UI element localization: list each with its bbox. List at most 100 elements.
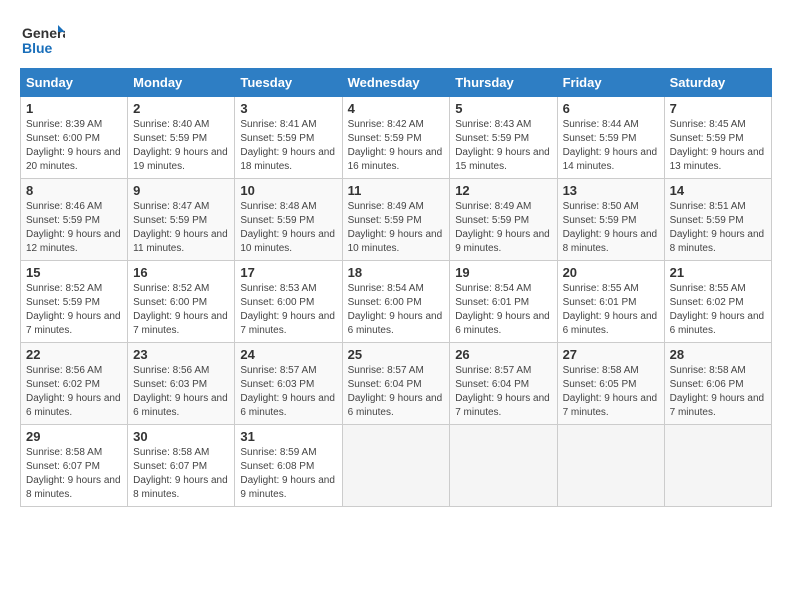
day-info: Sunrise: 8:58 AMSunset: 6:07 PMDaylight:… [133,446,229,502]
calendar-cell [664,425,771,507]
day-info: Sunrise: 8:48 AMSunset: 5:59 PMDaylight:… [240,200,336,256]
day-info: Sunrise: 8:57 AMSunset: 6:04 PMDaylight:… [455,364,551,420]
calendar-table: SundayMondayTuesdayWednesdayThursdayFrid… [20,68,772,507]
day-number: 2 [133,101,229,116]
column-header-friday: Friday [557,69,664,97]
day-number: 24 [240,347,336,362]
calendar-cell: 18Sunrise: 8:54 AMSunset: 6:00 PMDayligh… [342,261,450,343]
day-number: 4 [348,101,445,116]
day-number: 20 [563,265,659,280]
calendar-cell [450,425,557,507]
day-number: 13 [563,183,659,198]
calendar-cell: 9 Sunrise: 8:47 AMSunset: 5:59 PMDaylight… [128,179,235,261]
calendar-cell: 24 Sunrise: 8:57 AMSunset: 6:03 PMDayligh… [235,343,342,425]
day-number: 26 [455,347,551,362]
day-number: 10 [240,183,336,198]
day-info: Sunrise: 8:45 AMSunset: 5:59 PMDaylight:… [670,118,766,174]
calendar-cell: 19 Sunrise: 8:54 AMSunset: 6:01 PMDayligh… [450,261,557,343]
week-row-4: 22 Sunrise: 8:56 AMSunset: 6:02 PMDayligh… [21,343,772,425]
day-number: 3 [240,101,336,116]
logo-icon: General Blue [20,20,65,58]
calendar-cell: 27 Sunrise: 8:58 AMSunset: 6:05 PMDayligh… [557,343,664,425]
day-number: 1 [26,101,122,116]
day-number: 12 [455,183,551,198]
day-info: Sunrise: 8:59 AMSunset: 6:08 PMDaylight:… [240,446,336,502]
day-number: 5 [455,101,551,116]
day-info: Sunrise: 8:54 AMSunset: 6:01 PMDaylight:… [455,282,551,338]
day-info: Sunrise: 8:40 AMSunset: 5:59 PMDaylight:… [133,118,229,174]
week-row-2: 8 Sunrise: 8:46 AMSunset: 5:59 PMDaylight… [21,179,772,261]
header-row: SundayMondayTuesdayWednesdayThursdayFrid… [21,69,772,97]
day-number: 25 [348,347,445,362]
day-number: 14 [670,183,766,198]
day-info: Sunrise: 8:57 AMSunset: 6:04 PMDaylight:… [348,364,445,420]
day-info: Sunrise: 8:52 AMSunset: 5:59 PMDaylight:… [26,282,122,338]
day-info: Sunrise: 8:46 AMSunset: 5:59 PMDaylight:… [26,200,122,256]
day-info: Sunrise: 8:51 AMSunset: 5:59 PMDaylight:… [670,200,766,256]
calendar-cell: 22 Sunrise: 8:56 AMSunset: 6:02 PMDayligh… [21,343,128,425]
calendar-cell: 31Sunrise: 8:59 AMSunset: 6:08 PMDayligh… [235,425,342,507]
column-header-sunday: Sunday [21,69,128,97]
day-number: 28 [670,347,766,362]
calendar-cell: 12 Sunrise: 8:49 AMSunset: 5:59 PMDayligh… [450,179,557,261]
day-number: 29 [26,429,122,444]
calendar-cell: 26 Sunrise: 8:57 AMSunset: 6:04 PMDayligh… [450,343,557,425]
week-row-1: 1 Sunrise: 8:39 AMSunset: 6:00 PMDaylight… [21,97,772,179]
calendar-cell: 20 Sunrise: 8:55 AMSunset: 6:01 PMDayligh… [557,261,664,343]
day-number: 19 [455,265,551,280]
day-info: Sunrise: 8:58 AMSunset: 6:06 PMDaylight:… [670,364,766,420]
page-header: General Blue [20,20,772,58]
calendar-cell: 30 Sunrise: 8:58 AMSunset: 6:07 PMDayligh… [128,425,235,507]
calendar-cell: 13Sunrise: 8:50 AMSunset: 5:59 PMDayligh… [557,179,664,261]
day-info: Sunrise: 8:49 AMSunset: 5:59 PMDaylight:… [455,200,551,256]
day-info: Sunrise: 8:55 AMSunset: 6:02 PMDaylight:… [670,282,766,338]
calendar-cell: 25 Sunrise: 8:57 AMSunset: 6:04 PMDayligh… [342,343,450,425]
day-number: 22 [26,347,122,362]
calendar-cell: 2 Sunrise: 8:40 AMSunset: 5:59 PMDaylight… [128,97,235,179]
calendar-cell: 21 Sunrise: 8:55 AMSunset: 6:02 PMDayligh… [664,261,771,343]
day-number: 17 [240,265,336,280]
calendar-cell: 10 Sunrise: 8:48 AMSunset: 5:59 PMDayligh… [235,179,342,261]
day-info: Sunrise: 8:41 AMSunset: 5:59 PMDaylight:… [240,118,336,174]
day-number: 27 [563,347,659,362]
column-header-wednesday: Wednesday [342,69,450,97]
day-number: 15 [26,265,122,280]
column-header-thursday: Thursday [450,69,557,97]
calendar-cell: 28 Sunrise: 8:58 AMSunset: 6:06 PMDayligh… [664,343,771,425]
calendar-cell: 11Sunrise: 8:49 AMSunset: 5:59 PMDayligh… [342,179,450,261]
day-number: 7 [670,101,766,116]
calendar-cell: 4 Sunrise: 8:42 AMSunset: 5:59 PMDaylight… [342,97,450,179]
day-number: 9 [133,183,229,198]
calendar-cell: 7 Sunrise: 8:45 AMSunset: 5:59 PMDaylight… [664,97,771,179]
day-number: 21 [670,265,766,280]
calendar-cell: 8 Sunrise: 8:46 AMSunset: 5:59 PMDaylight… [21,179,128,261]
day-info: Sunrise: 8:57 AMSunset: 6:03 PMDaylight:… [240,364,336,420]
day-info: Sunrise: 8:56 AMSunset: 6:02 PMDaylight:… [26,364,122,420]
calendar-cell: 6Sunrise: 8:44 AMSunset: 5:59 PMDaylight… [557,97,664,179]
calendar-cell: 1 Sunrise: 8:39 AMSunset: 6:00 PMDaylight… [21,97,128,179]
day-number: 11 [348,183,445,198]
logo: General Blue [20,20,65,58]
column-header-tuesday: Tuesday [235,69,342,97]
week-row-5: 29 Sunrise: 8:58 AMSunset: 6:07 PMDayligh… [21,425,772,507]
day-info: Sunrise: 8:56 AMSunset: 6:03 PMDaylight:… [133,364,229,420]
day-info: Sunrise: 8:42 AMSunset: 5:59 PMDaylight:… [348,118,445,174]
day-info: Sunrise: 8:39 AMSunset: 6:00 PMDaylight:… [26,118,122,174]
calendar-cell: 29 Sunrise: 8:58 AMSunset: 6:07 PMDayligh… [21,425,128,507]
calendar-cell: 3 Sunrise: 8:41 AMSunset: 5:59 PMDaylight… [235,97,342,179]
day-info: Sunrise: 8:53 AMSunset: 6:00 PMDaylight:… [240,282,336,338]
day-info: Sunrise: 8:54 AMSunset: 6:00 PMDaylight:… [348,282,445,338]
calendar-cell [557,425,664,507]
day-number: 30 [133,429,229,444]
day-info: Sunrise: 8:47 AMSunset: 5:59 PMDaylight:… [133,200,229,256]
day-info: Sunrise: 8:55 AMSunset: 6:01 PMDaylight:… [563,282,659,338]
calendar-cell [342,425,450,507]
day-info: Sunrise: 8:58 AMSunset: 6:05 PMDaylight:… [563,364,659,420]
day-number: 6 [563,101,659,116]
day-info: Sunrise: 8:58 AMSunset: 6:07 PMDaylight:… [26,446,122,502]
week-row-3: 15 Sunrise: 8:52 AMSunset: 5:59 PMDayligh… [21,261,772,343]
calendar-cell: 5 Sunrise: 8:43 AMSunset: 5:59 PMDaylight… [450,97,557,179]
column-header-monday: Monday [128,69,235,97]
day-info: Sunrise: 8:43 AMSunset: 5:59 PMDaylight:… [455,118,551,174]
day-number: 8 [26,183,122,198]
